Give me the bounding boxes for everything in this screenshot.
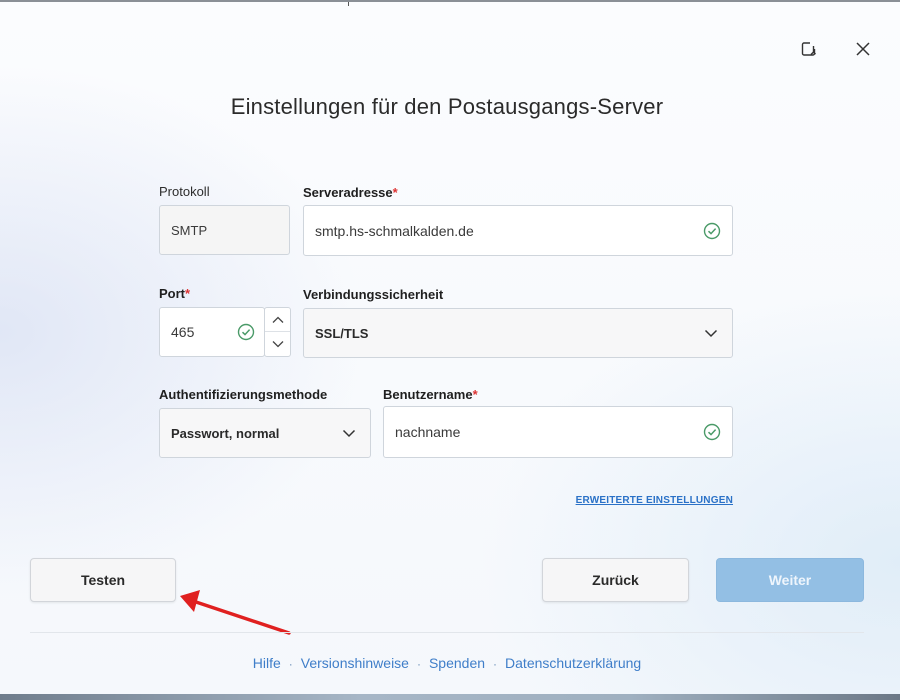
security-select[interactable]: SSL/TLS <box>303 308 733 358</box>
release-notes-link[interactable]: Versionshinweise <box>301 655 409 671</box>
auth-method-select[interactable]: Passwort, normal <box>159 408 371 458</box>
port-label-text: Port <box>159 286 185 301</box>
port-increment-button[interactable] <box>265 308 290 332</box>
protocol-field: SMTP <box>159 205 290 255</box>
auth-method-value: Passwort, normal <box>171 425 280 441</box>
chevron-down-icon <box>704 329 718 338</box>
username-input[interactable]: nachname <box>383 406 733 458</box>
server-address-value: smtp.hs-schmalkalden.de <box>315 222 474 239</box>
privacy-link[interactable]: Datenschutzerklärung <box>505 655 641 671</box>
advanced-settings-link[interactable]: ERWEITERTE EINSTELLUNGEN <box>576 495 733 506</box>
chevron-down-icon <box>342 429 356 438</box>
next-button[interactable]: Weiter <box>716 558 864 602</box>
window-edge-mark <box>348 2 349 6</box>
server-address-input[interactable]: smtp.hs-schmalkalden.de <box>303 205 733 256</box>
taskbar-edge <box>0 694 900 700</box>
security-label: Verbindungssicherheit <box>303 287 444 302</box>
security-value: SSL/TLS <box>315 325 369 341</box>
required-mark: * <box>185 286 191 301</box>
checkmark-circle-icon <box>703 222 721 240</box>
test-button[interactable]: Testen <box>30 558 176 602</box>
setup-dialog: Einstellungen für den Postausgangs-Serve… <box>0 0 900 696</box>
server-label: Serveradresse* <box>303 185 398 200</box>
server-label-text: Serveradresse <box>303 185 393 200</box>
chevron-up-icon <box>272 316 283 323</box>
separator-dot: · <box>416 657 421 671</box>
port-input[interactable]: 465 <box>159 307 265 357</box>
help-link[interactable]: Hilfe <box>253 655 281 671</box>
donate-link[interactable]: Spenden <box>429 655 485 671</box>
footer-links: Hilfe · Versionshinweise · Spenden · Datenschu… <box>0 655 894 671</box>
username-label: Benutzername* <box>383 387 478 402</box>
port-decrement-button[interactable] <box>265 332 290 356</box>
protocol-value: SMTP <box>171 222 208 238</box>
port-stepper[interactable] <box>264 307 291 357</box>
auth-label: Authentifizierungsmethode <box>159 387 328 402</box>
separator-dot: · <box>288 657 293 671</box>
username-label-text: Benutzername <box>383 387 473 402</box>
restore-window-icon[interactable] <box>796 36 822 62</box>
protocol-label: Protokoll <box>159 184 210 199</box>
port-label: Port* <box>159 286 190 301</box>
username-value: nachname <box>395 424 461 440</box>
dialog-title: Einstellungen für den Postausgangs-Serve… <box>230 94 664 119</box>
footer-divider <box>30 632 864 633</box>
close-icon[interactable] <box>850 36 876 62</box>
required-mark: * <box>392 185 398 200</box>
chevron-down-icon <box>272 341 283 348</box>
checkmark-circle-icon <box>237 323 255 341</box>
required-mark: * <box>472 387 478 402</box>
separator-dot: · <box>493 657 498 671</box>
back-button[interactable]: Zurück <box>542 558 689 602</box>
checkmark-circle-icon <box>703 423 721 441</box>
